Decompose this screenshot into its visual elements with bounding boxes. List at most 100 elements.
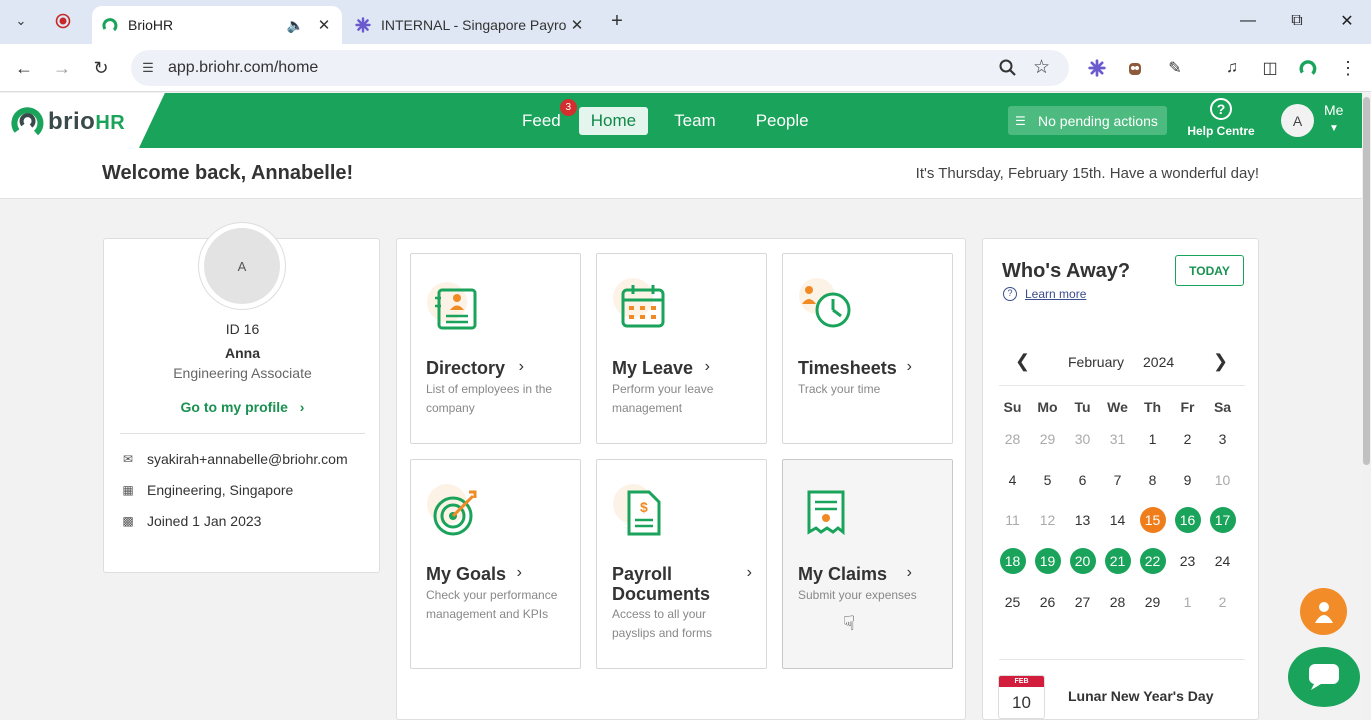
extensions-puzzle-icon[interactable]: ✎ bbox=[1164, 57, 1186, 79]
chevron-right-icon: › bbox=[299, 399, 305, 415]
omnibox[interactable]: ☰ app.briohr.com/home ☆ bbox=[131, 50, 1069, 86]
calendar-day-number: 26 bbox=[1039, 593, 1056, 610]
record-icon[interactable] bbox=[50, 8, 76, 34]
menu-kebab-icon[interactable]: ⋮ bbox=[1337, 57, 1359, 79]
calendar-day-away[interactable]: 18 bbox=[995, 541, 1030, 582]
calendar-day[interactable]: 8 bbox=[1135, 460, 1170, 501]
nav-home[interactable]: Home bbox=[578, 107, 649, 135]
zoom-icon[interactable] bbox=[998, 58, 1018, 78]
calendar-day-away[interactable]: 20 bbox=[1065, 541, 1100, 582]
calendar-day[interactable]: 28 bbox=[995, 419, 1030, 460]
calendar-day[interactable]: 25 bbox=[995, 581, 1030, 622]
extension-asterisk-icon[interactable] bbox=[1086, 57, 1108, 79]
calendar-day[interactable]: 1 bbox=[1170, 581, 1205, 622]
tab-title: INTERNAL - Singapore Payroll: E bbox=[381, 17, 567, 33]
back-icon[interactable]: ← bbox=[10, 54, 38, 82]
calendar-day[interactable]: 31 bbox=[1100, 419, 1135, 460]
forward-icon[interactable]: → bbox=[48, 54, 76, 82]
minimize-icon[interactable]: — bbox=[1233, 8, 1263, 34]
tab-internal-payroll[interactable]: INTERNAL - Singapore Payroll: E ✕ bbox=[345, 6, 595, 44]
divider bbox=[999, 385, 1245, 386]
calendar-day-away[interactable]: 22 bbox=[1135, 541, 1170, 582]
calendar-day[interactable]: 27 bbox=[1065, 581, 1100, 622]
tile-payroll-documents[interactable]: $ Payroll Documents › Access to all your… bbox=[596, 459, 767, 669]
extension-owl-icon[interactable] bbox=[1124, 57, 1146, 79]
user-avatar[interactable]: A bbox=[1281, 104, 1314, 137]
nav-people[interactable]: People bbox=[744, 107, 821, 135]
weekday-label: We bbox=[1107, 399, 1128, 415]
help-centre-button[interactable]: ? Help Centre bbox=[1183, 98, 1259, 138]
nav-team[interactable]: Team bbox=[662, 107, 728, 135]
tile-directory[interactable]: Directory › List of employees in the com… bbox=[410, 253, 581, 444]
calendar-day[interactable]: 7 bbox=[1100, 460, 1135, 501]
weekday-label: Sa bbox=[1213, 399, 1232, 415]
logo[interactable]: brioHR bbox=[0, 93, 140, 148]
calendar-day[interactable]: 24 bbox=[1205, 541, 1240, 582]
calendar-day[interactable]: 23 bbox=[1170, 541, 1205, 582]
bookmark-star-icon[interactable]: ☆ bbox=[1033, 56, 1050, 79]
side-panel-icon[interactable]: ◫ bbox=[1259, 57, 1281, 79]
today-button[interactable]: TODAY bbox=[1175, 255, 1244, 286]
me-menu-label[interactable]: Me bbox=[1324, 102, 1343, 118]
tab-briohr[interactable]: BrioHR 🔈 ✕ bbox=[92, 6, 342, 44]
calendar-day[interactable]: 28 bbox=[1100, 581, 1135, 622]
calendar-day[interactable]: 2 bbox=[1205, 581, 1240, 622]
caret-down-icon[interactable]: ▼ bbox=[1329, 123, 1339, 134]
profile-avatar[interactable]: A bbox=[198, 222, 286, 310]
tile-my-goals[interactable]: My Goals › Check your performance manage… bbox=[410, 459, 581, 669]
calendar-day[interactable]: 13 bbox=[1065, 500, 1100, 541]
calendar-day-number: 29 bbox=[1144, 593, 1161, 610]
calendar-day[interactable]: 6 bbox=[1065, 460, 1100, 501]
calendar-day[interactable]: 11 bbox=[995, 500, 1030, 541]
tile-my-claims[interactable]: My Claims › Submit your expenses bbox=[782, 459, 953, 669]
close-window-icon[interactable]: ✕ bbox=[1332, 8, 1362, 34]
go-to-profile-link[interactable]: Go to my profile › bbox=[104, 399, 381, 415]
calendar-day[interactable]: 5 bbox=[1030, 460, 1065, 501]
close-tab-icon[interactable]: ✕ bbox=[314, 16, 334, 34]
reload-icon[interactable]: ↻ bbox=[87, 54, 115, 82]
scrollbar-thumb[interactable] bbox=[1363, 97, 1370, 465]
nav-feed[interactable]: Feed 3 bbox=[510, 99, 577, 135]
page-scrollbar[interactable] bbox=[1362, 93, 1371, 720]
tile-description: Submit your expenses bbox=[798, 588, 917, 602]
tile-timesheets[interactable]: Timesheets › Track your time bbox=[782, 253, 953, 444]
weekday-label: Mo bbox=[1037, 399, 1058, 415]
new-tab-button[interactable]: + bbox=[604, 8, 630, 34]
learn-more-link[interactable]: ? Learn more bbox=[1003, 287, 1086, 301]
calendar-day[interactable]: 9 bbox=[1170, 460, 1205, 501]
calendar-day[interactable]: 3 bbox=[1205, 419, 1240, 460]
calendar-day-number: 17 bbox=[1209, 507, 1236, 534]
calendar-day[interactable]: 1 bbox=[1135, 419, 1170, 460]
calendar-day[interactable]: 29 bbox=[1030, 419, 1065, 460]
tab-search-chevron-icon[interactable]: ⌄ bbox=[8, 8, 34, 34]
calendar-day[interactable]: 14 bbox=[1100, 500, 1135, 541]
calendar-day[interactable]: 29 bbox=[1135, 581, 1170, 622]
calendar-day[interactable]: 2 bbox=[1170, 419, 1205, 460]
calendar-day[interactable]: 30 bbox=[1065, 419, 1100, 460]
calendar-day-number: 10 bbox=[1214, 471, 1231, 488]
calendar-day[interactable]: 4 bbox=[995, 460, 1030, 501]
media-control-icon[interactable]: ♫ bbox=[1221, 57, 1243, 79]
calendar-day[interactable]: 10 bbox=[1205, 460, 1240, 501]
calendar-day[interactable]: 12 bbox=[1030, 500, 1065, 541]
calendar-day-away[interactable]: 19 bbox=[1030, 541, 1065, 582]
url-text[interactable]: app.briohr.com/home bbox=[168, 59, 318, 77]
next-month-icon[interactable]: ❯ bbox=[1213, 351, 1228, 372]
previous-month-icon[interactable]: ❮ bbox=[1015, 351, 1030, 372]
people-fab-button[interactable] bbox=[1300, 588, 1347, 635]
restore-icon[interactable]: ⧉ bbox=[1282, 8, 1312, 34]
briohr-logo-icon bbox=[11, 107, 44, 136]
briohr-extension-icon[interactable] bbox=[1297, 57, 1319, 79]
calendar-day-today[interactable]: 15 bbox=[1135, 500, 1170, 541]
tile-my-leave[interactable]: My Leave › Perform your leave management bbox=[596, 253, 767, 444]
calendar-day-number: 22 bbox=[1139, 548, 1166, 575]
pending-actions-button[interactable]: ☰ No pending actions bbox=[1008, 106, 1167, 135]
chat-support-button[interactable] bbox=[1288, 647, 1360, 707]
calendar-day-away[interactable]: 17 bbox=[1205, 500, 1240, 541]
site-settings-icon[interactable]: ☰ bbox=[139, 59, 157, 77]
calendar-day[interactable]: 26 bbox=[1030, 581, 1065, 622]
calendar-day-away[interactable]: 16 bbox=[1170, 500, 1205, 541]
close-tab-icon[interactable]: ✕ bbox=[567, 16, 587, 34]
calendar-day-away[interactable]: 21 bbox=[1100, 541, 1135, 582]
speaker-icon[interactable]: 🔈 bbox=[287, 17, 304, 34]
